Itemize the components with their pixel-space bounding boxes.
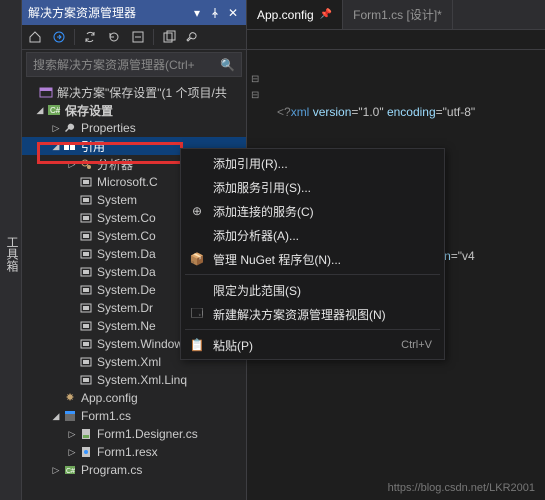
expander-icon[interactable]: ◢ (50, 141, 62, 152)
panel-title: 解决方案资源管理器 (28, 4, 186, 21)
panel-header: 解决方案资源管理器 ▾ ✕ (22, 0, 246, 25)
form1-designer-node[interactable]: ▷Form1.Designer.cs (22, 425, 246, 443)
expander-icon[interactable]: ▷ (66, 159, 78, 170)
nav-arrow-icon[interactable] (50, 28, 68, 46)
separator (153, 29, 154, 45)
menu-new-explorer-view[interactable]: 🗔新建解决方案资源管理器视图(N) (183, 302, 442, 326)
pin-icon[interactable] (208, 6, 222, 20)
dropdown-icon[interactable]: ▾ (190, 6, 204, 20)
search-icon: 🔍 (220, 58, 235, 72)
menu-add-analyzer[interactable]: 添加分析器(A)... (183, 223, 442, 247)
menu-scope-to-this[interactable]: 限定为此范围(S) (183, 278, 442, 302)
pin-icon[interactable]: 📌 (320, 9, 332, 20)
close-icon[interactable]: ✕ (226, 6, 240, 20)
config-icon (62, 390, 78, 406)
watermark: https://blog.csdn.net/LKR2001 (388, 482, 535, 494)
outline-gutter: ⊟⊟ (251, 56, 259, 152)
expander-icon[interactable]: ◢ (50, 411, 62, 422)
expander-icon[interactable]: ◢ (34, 105, 46, 116)
toolbox-tab[interactable]: 工具箱 (0, 0, 22, 500)
svg-text:C#: C# (66, 468, 75, 475)
analyzer-icon (78, 156, 94, 172)
expander-icon[interactable]: ▷ (50, 465, 62, 476)
references-icon (62, 138, 78, 154)
menu-add-reference[interactable]: 添加引用(R)... (183, 151, 442, 175)
wrench-icon (62, 120, 78, 136)
shortcut-label: Ctrl+V (401, 339, 432, 351)
new-view-icon: 🗔 (189, 304, 205, 325)
connected-service-icon: ⊕ (189, 204, 205, 218)
solution-node[interactable]: 解决方案"保存设置"(1 个项目/共 (22, 83, 246, 101)
collapse-icon[interactable] (129, 28, 147, 46)
assembly-icon (78, 174, 94, 190)
assembly-icon (78, 210, 94, 226)
paste-icon: 📋 (189, 338, 205, 352)
solution-icon (38, 84, 54, 100)
menu-add-connected-service[interactable]: ⊕添加连接的服务(C) (183, 199, 442, 223)
menu-manage-nuget[interactable]: 📦管理 NuGet 程序包(N)... (183, 247, 442, 271)
context-menu: 添加引用(R)... 添加服务引用(S)... ⊕添加连接的服务(C) 添加分析… (180, 148, 445, 360)
program-node[interactable]: ▷C#Program.cs (22, 461, 246, 479)
assembly-icon (78, 192, 94, 208)
reference-item[interactable]: System.Xml.Linq (22, 371, 246, 389)
project-node[interactable]: ◢C#保存设置 (22, 101, 246, 119)
assembly-icon (78, 300, 94, 316)
cs-file-icon (78, 426, 94, 442)
editor-tabs: App.config📌 Form1.cs [设计]* (247, 0, 545, 30)
properties-node[interactable]: ▷Properties (22, 119, 246, 137)
separator (74, 29, 75, 45)
appconfig-node[interactable]: App.config (22, 389, 246, 407)
properties-icon[interactable] (184, 28, 202, 46)
nuget-icon: 📦 (189, 252, 205, 266)
form1-resx-node[interactable]: ▷Form1.resx (22, 443, 246, 461)
expander-icon[interactable]: ▷ (66, 429, 78, 440)
menu-separator (185, 274, 440, 275)
assembly-icon (78, 336, 94, 352)
menu-paste[interactable]: 📋粘贴(P)Ctrl+V (183, 333, 442, 357)
editor-toolbar (247, 30, 545, 50)
assembly-icon (78, 282, 94, 298)
form-icon (62, 408, 78, 424)
cs-file-icon: C# (62, 462, 78, 478)
refresh-icon[interactable] (105, 28, 123, 46)
menu-separator (185, 329, 440, 330)
resx-icon (78, 444, 94, 460)
tab-form1-design[interactable]: Form1.cs [设计]* (343, 0, 453, 29)
assembly-icon (78, 318, 94, 334)
sync-icon[interactable] (81, 28, 99, 46)
home-icon[interactable] (26, 28, 44, 46)
svg-text:C#: C# (50, 106, 61, 115)
assembly-icon (78, 228, 94, 244)
explorer-toolbar (22, 25, 246, 50)
expander-icon[interactable]: ▷ (66, 447, 78, 458)
form1-node[interactable]: ◢Form1.cs (22, 407, 246, 425)
menu-add-service-reference[interactable]: 添加服务引用(S)... (183, 175, 442, 199)
tab-appconfig[interactable]: App.config📌 (247, 0, 343, 29)
search-placeholder: 搜索解决方案资源管理器(Ctrl+ (33, 56, 195, 73)
expander-icon[interactable]: ▷ (50, 123, 62, 134)
csharp-project-icon: C# (46, 102, 62, 118)
search-input[interactable]: 搜索解决方案资源管理器(Ctrl+ 🔍 (26, 52, 242, 77)
assembly-icon (78, 372, 94, 388)
assembly-icon (78, 354, 94, 370)
assembly-icon (78, 264, 94, 280)
assembly-icon (78, 246, 94, 262)
show-all-icon[interactable] (160, 28, 178, 46)
